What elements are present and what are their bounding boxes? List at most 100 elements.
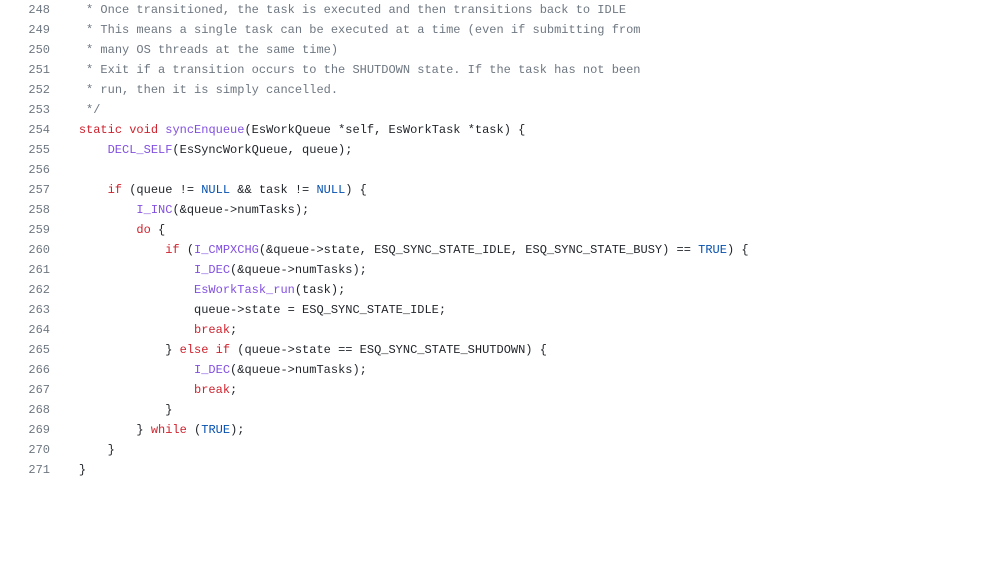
token: * run, then it is simply cancelled.: [79, 83, 338, 97]
line-number[interactable]: 267: [0, 380, 50, 400]
code-line: 250 * many OS threads at the same time): [0, 40, 1000, 60]
token: (&queue->numTasks);: [172, 203, 309, 217]
indent: [50, 303, 194, 317]
line-number[interactable]: 265: [0, 340, 50, 360]
code-content[interactable]: I_INC(&queue->numTasks);: [50, 200, 1000, 220]
code-content[interactable]: static void syncEnqueue(EsWorkQueue *sel…: [50, 120, 1000, 140]
indent: [50, 83, 79, 97]
token: I_DEC: [194, 363, 230, 377]
indent: [50, 183, 108, 197]
token: }: [79, 463, 86, 477]
code-content[interactable]: }: [50, 460, 1000, 480]
code-content[interactable]: } else if (queue->state == ESQ_SYNC_STAT…: [50, 340, 1000, 360]
code-content[interactable]: if (I_CMPXCHG(&queue->state, ESQ_SYNC_ST…: [50, 240, 1000, 260]
token: * Exit if a transition occurs to the SHU…: [79, 63, 641, 77]
line-number[interactable]: 250: [0, 40, 50, 60]
line-number[interactable]: 266: [0, 360, 50, 380]
indent: [50, 263, 194, 277]
token: syncEnqueue: [165, 123, 244, 137]
code-line: 257 if (queue != NULL && task != NULL) {: [0, 180, 1000, 200]
code-content[interactable]: [50, 160, 1000, 180]
code-body: 248 * Once transitioned, the task is exe…: [0, 0, 1000, 480]
token: NULL: [201, 183, 230, 197]
code-listing: 248 * Once transitioned, the task is exe…: [0, 0, 1000, 480]
token: * Once transitioned, the task is execute…: [79, 3, 626, 17]
line-number[interactable]: 252: [0, 80, 50, 100]
code-content[interactable]: I_DEC(&queue->numTasks);: [50, 260, 1000, 280]
indent: [50, 343, 165, 357]
token: }: [165, 343, 179, 357]
token: );: [230, 423, 244, 437]
line-number[interactable]: 248: [0, 0, 50, 20]
code-content[interactable]: do {: [50, 220, 1000, 240]
token: (EsSyncWorkQueue, queue);: [172, 143, 352, 157]
line-number[interactable]: 258: [0, 200, 50, 220]
code-line: 259 do {: [0, 220, 1000, 240]
line-number[interactable]: 259: [0, 220, 50, 240]
indent: [50, 463, 79, 477]
token: DECL_SELF: [108, 143, 173, 157]
token: && task !=: [230, 183, 316, 197]
token: EsWorkTask_run: [194, 283, 295, 297]
token: NULL: [316, 183, 345, 197]
code-content[interactable]: DECL_SELF(EsSyncWorkQueue, queue);: [50, 140, 1000, 160]
token: [208, 343, 215, 357]
indent: [50, 143, 108, 157]
code-content[interactable]: * many OS threads at the same time): [50, 40, 1000, 60]
token: while: [151, 423, 187, 437]
token: void: [129, 123, 158, 137]
token: ;: [230, 383, 237, 397]
line-number[interactable]: 269: [0, 420, 50, 440]
token: {: [151, 223, 165, 237]
line-number[interactable]: 264: [0, 320, 50, 340]
code-content[interactable]: }: [50, 440, 1000, 460]
code-content[interactable]: * run, then it is simply cancelled.: [50, 80, 1000, 100]
indent: [50, 223, 136, 237]
token: (task);: [295, 283, 345, 297]
line-number[interactable]: 271: [0, 460, 50, 480]
line-number[interactable]: 256: [0, 160, 50, 180]
token: * many OS threads at the same time): [79, 43, 338, 57]
line-number[interactable]: 255: [0, 140, 50, 160]
token: * This means a single task can be execut…: [79, 23, 641, 37]
indent: [50, 243, 165, 257]
code-line: 261 I_DEC(&queue->numTasks);: [0, 260, 1000, 280]
line-number[interactable]: 257: [0, 180, 50, 200]
token: TRUE: [201, 423, 230, 437]
code-content[interactable]: if (queue != NULL && task != NULL) {: [50, 180, 1000, 200]
line-number[interactable]: 260: [0, 240, 50, 260]
code-content[interactable]: queue->state = ESQ_SYNC_STATE_IDLE;: [50, 300, 1000, 320]
indent: [50, 23, 79, 37]
indent: [50, 363, 194, 377]
code-content[interactable]: } while (TRUE);: [50, 420, 1000, 440]
code-content[interactable]: break;: [50, 320, 1000, 340]
code-content[interactable]: * This means a single task can be execut…: [50, 20, 1000, 40]
token: ) {: [727, 243, 749, 257]
code-content[interactable]: * Once transitioned, the task is execute…: [50, 0, 1000, 20]
line-number[interactable]: 251: [0, 60, 50, 80]
token: if: [165, 243, 179, 257]
code-content[interactable]: */: [50, 100, 1000, 120]
line-number[interactable]: 262: [0, 280, 50, 300]
code-content[interactable]: EsWorkTask_run(task);: [50, 280, 1000, 300]
line-number[interactable]: 253: [0, 100, 50, 120]
line-number[interactable]: 261: [0, 260, 50, 280]
token: (queue->state == ESQ_SYNC_STATE_SHUTDOWN…: [230, 343, 547, 357]
token: }: [136, 423, 150, 437]
code-line: 260 if (I_CMPXCHG(&queue->state, ESQ_SYN…: [0, 240, 1000, 260]
token: static: [79, 123, 122, 137]
line-number[interactable]: 268: [0, 400, 50, 420]
token: (: [187, 423, 201, 437]
line-number[interactable]: 254: [0, 120, 50, 140]
line-number[interactable]: 270: [0, 440, 50, 460]
line-number[interactable]: 263: [0, 300, 50, 320]
line-number[interactable]: 249: [0, 20, 50, 40]
code-line: 252 * run, then it is simply cancelled.: [0, 80, 1000, 100]
token: ) {: [345, 183, 367, 197]
code-line: 263 queue->state = ESQ_SYNC_STATE_IDLE;: [0, 300, 1000, 320]
code-content[interactable]: * Exit if a transition occurs to the SHU…: [50, 60, 1000, 80]
code-content[interactable]: }: [50, 400, 1000, 420]
code-content[interactable]: break;: [50, 380, 1000, 400]
token: else: [180, 343, 209, 357]
code-content[interactable]: I_DEC(&queue->numTasks);: [50, 360, 1000, 380]
